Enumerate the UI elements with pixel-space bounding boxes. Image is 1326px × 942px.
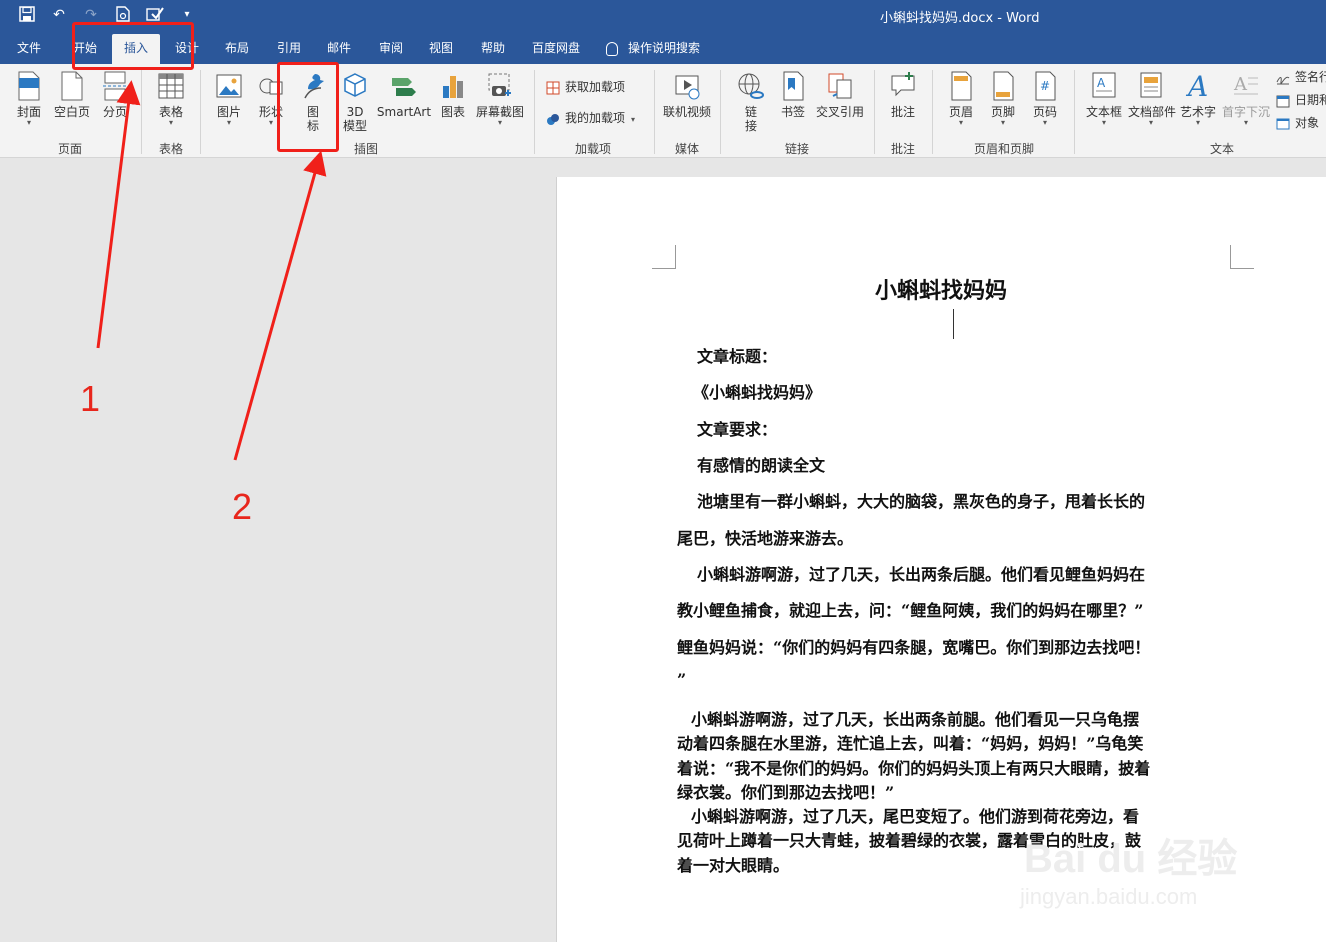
annotation-arrow-2 xyxy=(233,150,327,461)
annotation-step-1: 1 xyxy=(80,378,101,419)
annotation-arrows xyxy=(96,80,327,461)
annotation-step-2: 2 xyxy=(232,486,253,527)
annotation-arrow-1 xyxy=(96,80,141,349)
